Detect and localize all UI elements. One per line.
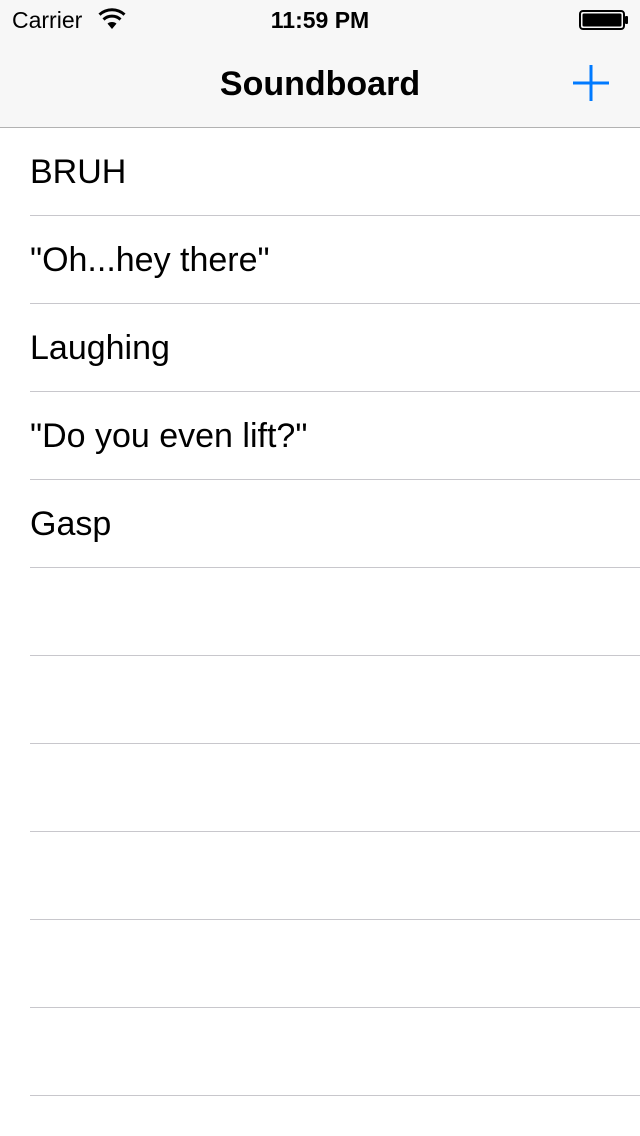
list-item[interactable]: BRUH <box>0 128 640 216</box>
empty-row <box>0 920 640 1008</box>
list-item[interactable]: "Oh...hey there" <box>0 216 640 304</box>
list-item[interactable]: Laughing <box>0 304 640 392</box>
empty-row <box>0 832 640 920</box>
navigation-bar: Soundboard <box>0 40 640 128</box>
clock: 11:59 PM <box>270 7 370 33</box>
list-item-label: BRUH <box>30 153 127 191</box>
list-item[interactable]: Gasp <box>0 480 640 568</box>
list-item-label: "Oh...hey there" <box>30 241 270 279</box>
list-item-label: Gasp <box>30 505 112 543</box>
empty-row <box>0 744 640 832</box>
row-separator <box>30 1095 640 1096</box>
app-screen: Carrier 11:59 PM Soundboard BRUH "Oh...h… <box>0 0 640 1136</box>
empty-row <box>0 1008 640 1096</box>
list-item-label: "Do you even lift?" <box>30 417 308 455</box>
status-bar: Carrier 11:59 PM <box>0 0 640 40</box>
sound-list[interactable]: BRUH "Oh...hey there" Laughing "Do you e… <box>0 128 640 1136</box>
list-item-label: Laughing <box>30 329 170 367</box>
battery-icon <box>579 10 628 30</box>
page-title: Soundboard <box>219 65 421 103</box>
empty-row <box>0 656 640 744</box>
list-item[interactable]: "Do you even lift?" <box>0 392 640 480</box>
empty-row <box>0 568 640 656</box>
header: Carrier 11:59 PM Soundboard <box>0 0 640 128</box>
add-sound-button[interactable] <box>566 58 616 108</box>
plus-icon <box>573 65 609 101</box>
